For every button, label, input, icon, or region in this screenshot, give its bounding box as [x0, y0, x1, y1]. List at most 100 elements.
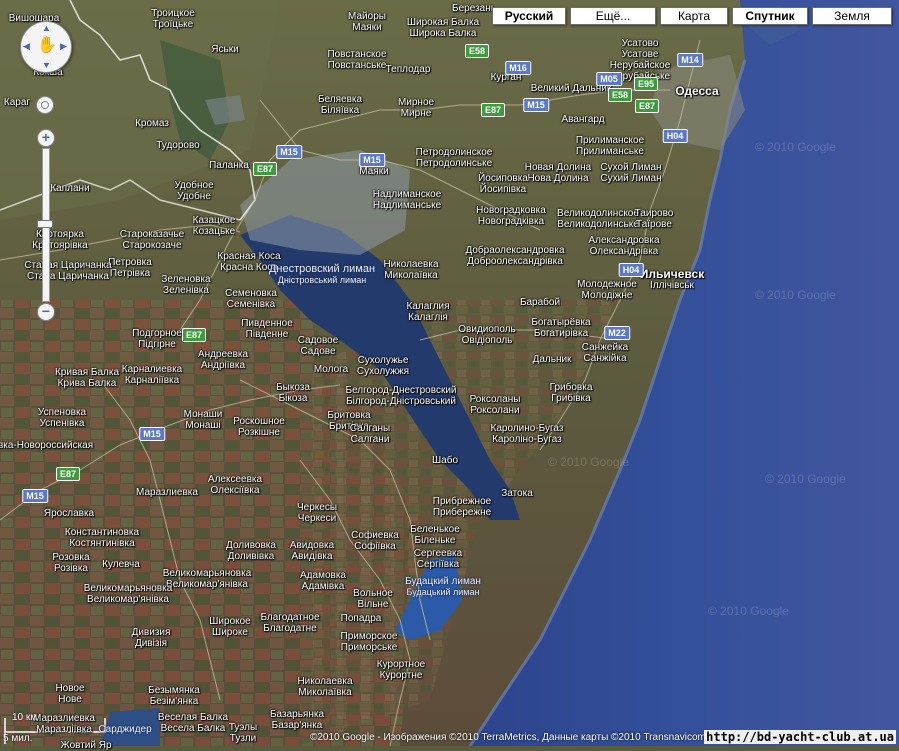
place-label: Роксоланы Роксолани — [469, 394, 521, 416]
highway-shield: M05 — [596, 72, 622, 86]
place-label: Дальник — [532, 354, 572, 365]
place-label: Калаглия Калаглія — [406, 301, 450, 323]
place-label: Андреевка Андріївка — [197, 349, 249, 371]
place-label: Быкоза Бікоза — [276, 382, 310, 404]
map-type-bar: Русский Ещё... Карта Спутник Земля — [492, 7, 892, 25]
place-label: Новая Долина Нова Долина — [524, 162, 592, 184]
place-label: Каплани — [50, 183, 90, 194]
place-label: Александровка Олександрівка — [588, 235, 660, 257]
more-button[interactable]: Ещё... — [570, 7, 656, 25]
zoom-slider-handle[interactable] — [37, 220, 53, 228]
place-label: Паланка — [209, 160, 249, 171]
pan-right-icon[interactable]: ▶ — [60, 41, 67, 52]
highway-shield: H04 — [618, 263, 644, 277]
place-label: Петровка Петрівка — [108, 257, 152, 279]
place-label: Белгород-Днестровский Білгород-Дністровсь… — [345, 385, 457, 407]
highway-shield: M15 — [22, 489, 48, 503]
place-label: Барабой — [519, 297, 561, 308]
place-label: Усатово Усатове — [621, 38, 659, 60]
place-label: Богатырёвка Богатирівка — [531, 317, 591, 339]
place-label: Староказачье Старокозаче — [119, 229, 185, 251]
place-label: Яськи — [211, 44, 239, 55]
place-label: Зеленовка Зеленівка — [161, 274, 211, 296]
hand-icon: ✋ — [37, 37, 57, 54]
place-label: Сухой Лиман Сухий Лиман — [600, 162, 662, 184]
highway-shield: M16 — [505, 61, 531, 75]
budak-liman-label: Будацкий лиман Будацький лиман — [405, 576, 481, 597]
pan-down-icon[interactable]: ▼ — [42, 60, 51, 70]
zoom-in-button[interactable]: + — [37, 129, 55, 147]
place-label: Петродолинское Петродолинське — [415, 147, 493, 169]
highway-shield: M15 — [139, 427, 165, 441]
map-type-satellite-button[interactable]: Спутник — [732, 7, 808, 25]
place-label: Николаевка Миколаївка — [383, 259, 439, 281]
place-label: Прибрежное Прибережне — [432, 496, 492, 518]
highway-shield: E87 — [252, 162, 278, 176]
place-label: Роскошное Розкішне — [233, 416, 285, 438]
highway-shield: E58 — [464, 44, 490, 58]
place-label: Беляевка Біляївка — [317, 94, 363, 116]
place-label: Повстанское Повстанське — [327, 49, 387, 71]
place-label: Авангард — [561, 114, 605, 125]
place-label: Безымянка Безім'янка — [148, 685, 200, 707]
place-label: Молога — [313, 364, 349, 375]
language-button[interactable]: Русский — [492, 7, 566, 25]
pan-left-icon[interactable]: ◀ — [23, 41, 30, 52]
place-label: Каролино-Бугаз Кароліно-Бугаз — [490, 423, 564, 445]
place-label-odessa: Одесса — [675, 84, 719, 98]
street-view-icon[interactable] — [36, 96, 54, 114]
highway-shield: E58 — [607, 88, 633, 102]
place-label: Прилиманское Прилиманське — [575, 135, 645, 157]
highway-shield: M15 — [523, 98, 549, 112]
place-label: Удобное Удобне — [174, 180, 214, 202]
watermark: © 2010 Google — [708, 604, 789, 618]
highway-shield: M14 — [677, 53, 703, 67]
place-label: Дивизия Дивізія — [131, 627, 171, 649]
place-label: Новоградковка Новоградківка — [476, 205, 546, 227]
copyright-text: ©2010 Google - Изображения ©2010 TerraMe… — [310, 732, 706, 743]
place-label: Березань — [452, 3, 496, 14]
place-label: Йосиповка Йосипівка — [478, 173, 528, 195]
place-label-illichivsk: Ильичевск Іллічівськ — [639, 267, 705, 291]
place-label: Туэлы Тузли — [228, 722, 258, 744]
map-type-earth-button[interactable]: Земля — [812, 7, 892, 25]
place-label: Черкесы Черкеси — [296, 502, 338, 524]
place-label: Новое Нове — [55, 683, 85, 705]
place-label: Троицкое Троїцьке — [151, 8, 195, 30]
place-label: Майоры Маяки — [348, 11, 386, 33]
place-label: Шабо — [431, 455, 459, 466]
place-label: Константиновка Костянтинівка — [64, 527, 140, 549]
place-label: Овидиополь Овідіополь — [458, 324, 516, 346]
place-label: Старая Царичанка Стара Царичанка — [24, 260, 112, 282]
place-label: Попадра — [340, 613, 382, 624]
place-label: Маразлиевка Маразліївка — [33, 713, 95, 735]
place-label: Кулевча — [102, 559, 140, 570]
place-label: Базарьянка Базар'янка — [269, 709, 325, 731]
pan-control[interactable]: ▲ ▼ ◀ ▶ ✋ — [20, 21, 72, 73]
place-label: Сухолужье Сухолужжя — [356, 355, 410, 377]
watermark: © 2010 Google — [548, 455, 629, 469]
pan-up-icon[interactable]: ▲ — [42, 23, 51, 33]
place-label: Добраолександровка Доброолександрівка — [465, 245, 565, 267]
dniester-liman-label: Днестровский лиман Дністровський лиман — [268, 263, 376, 286]
place-label: Приморское Приморське — [340, 631, 398, 653]
place-label: Адамовка Адамівка — [300, 570, 346, 592]
highway-shield: E87 — [634, 99, 660, 113]
place-label: Великомарьяновка Великомар'янівка — [83, 583, 173, 605]
edge-label: Караг — [3, 97, 31, 108]
place-label: Семеновка Семенівка — [225, 288, 277, 310]
place-label: Маразлиевка — [136, 487, 198, 498]
place-label: Тудорово — [156, 140, 200, 151]
edge-label: аевка-Новороссийская — [0, 440, 94, 451]
highway-shield: E87 — [480, 103, 506, 117]
zoom-out-button[interactable]: − — [37, 303, 55, 321]
place-label: Широкое Широке — [209, 616, 251, 638]
place-label: Курортное Курортне — [376, 659, 426, 681]
place-label: Маяки — [359, 166, 389, 177]
highway-shield: E87 — [55, 467, 81, 481]
watermark: © 2010 Google — [755, 140, 836, 154]
place-label: Салганы Салгани — [349, 423, 391, 445]
map-type-map-button[interactable]: Карта — [660, 7, 728, 25]
place-label: Благодатное Благодатне — [260, 612, 320, 634]
place-label: Надлиманское Надлиманське — [372, 189, 442, 211]
